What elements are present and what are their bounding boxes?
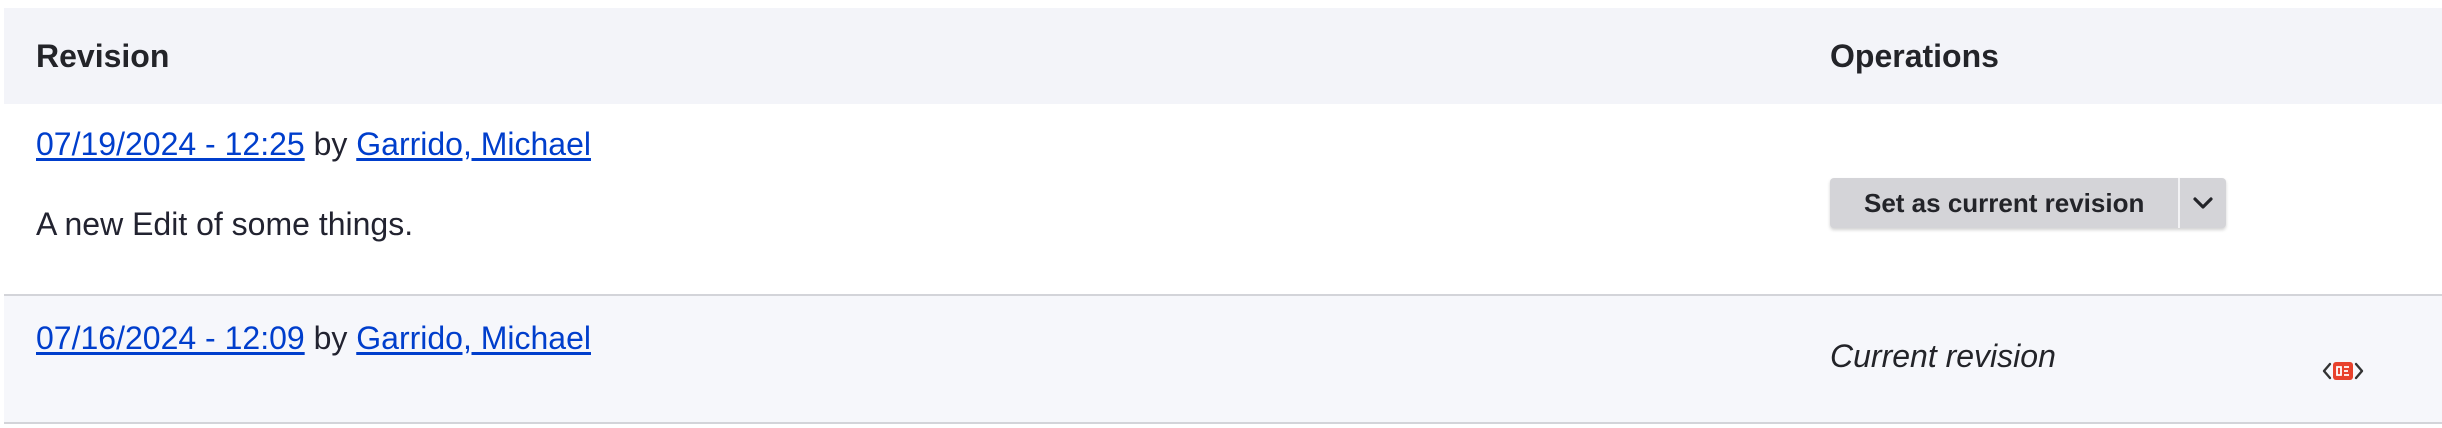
revision-info: 07/19/2024 - 12:25 by Garrido, Michael (36, 126, 591, 163)
table-row: 07/16/2024 - 12:09 by Garrido, Michael C… (4, 296, 2442, 424)
chevron-down-icon (2193, 197, 2213, 209)
dropbutton-toggle[interactable] (2180, 178, 2226, 228)
code-badge-graphic (2322, 362, 2364, 380)
column-header-operations: Operations (1830, 38, 1999, 74)
by-label: by (313, 126, 348, 162)
by-label: by (313, 320, 348, 356)
revision-log-message: A new Edit of some things. (36, 206, 414, 242)
set-as-current-revision-button[interactable]: Set as current revision (1830, 178, 2181, 228)
revision-date-link[interactable]: 07/16/2024 - 12:09 (36, 320, 305, 356)
current-revision-label: Current revision (1830, 338, 2056, 374)
code-badge-icon[interactable] (2322, 358, 2364, 384)
table-header: Revision Operations (4, 8, 2442, 104)
revision-info: 07/16/2024 - 12:09 by Garrido, Michael (36, 320, 591, 357)
revision-date-link[interactable]: 07/19/2024 - 12:25 (36, 126, 305, 162)
author-link[interactable]: Garrido, Michael (356, 320, 591, 356)
column-header-revision: Revision (36, 38, 170, 74)
operations-dropbutton: Set as current revision (1830, 178, 2227, 228)
author-link[interactable]: Garrido, Michael (356, 126, 591, 162)
revisions-table: Revision Operations 07/19/2024 - 12:25 b… (4, 8, 2442, 424)
table-row: 07/19/2024 - 12:25 by Garrido, Michael A… (4, 104, 2442, 296)
